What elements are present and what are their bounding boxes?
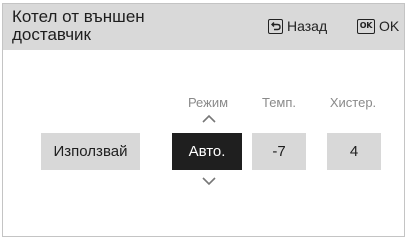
controller-screen: Котел от външен доставчик Назад OK OK Ре… — [2, 3, 405, 237]
page-title: Котел от външен доставчик — [12, 7, 145, 44]
back-button[interactable]: Назад — [268, 18, 327, 34]
back-key-icon — [268, 18, 283, 34]
ok-button[interactable]: OK OK — [357, 18, 399, 34]
chevron-up-icon[interactable] — [201, 114, 217, 124]
chevron-down-icon[interactable] — [201, 176, 217, 186]
hyst-value[interactable]: 4 — [327, 133, 381, 170]
hyst-column-label: Хистер. — [329, 95, 377, 110]
use-button[interactable]: Използвай — [41, 133, 140, 170]
temp-column-label: Темп. — [261, 95, 297, 110]
mode-selector[interactable]: Авто. — [172, 133, 242, 170]
temp-value[interactable]: -7 — [252, 133, 306, 170]
ok-key-icon: OK — [357, 18, 375, 34]
header-bar: Котел от външен доставчик Назад OK OK — [3, 4, 404, 50]
mode-column-label: Режим — [187, 95, 229, 110]
back-label: Назад — [287, 18, 328, 34]
ok-label: OK — [379, 18, 400, 34]
